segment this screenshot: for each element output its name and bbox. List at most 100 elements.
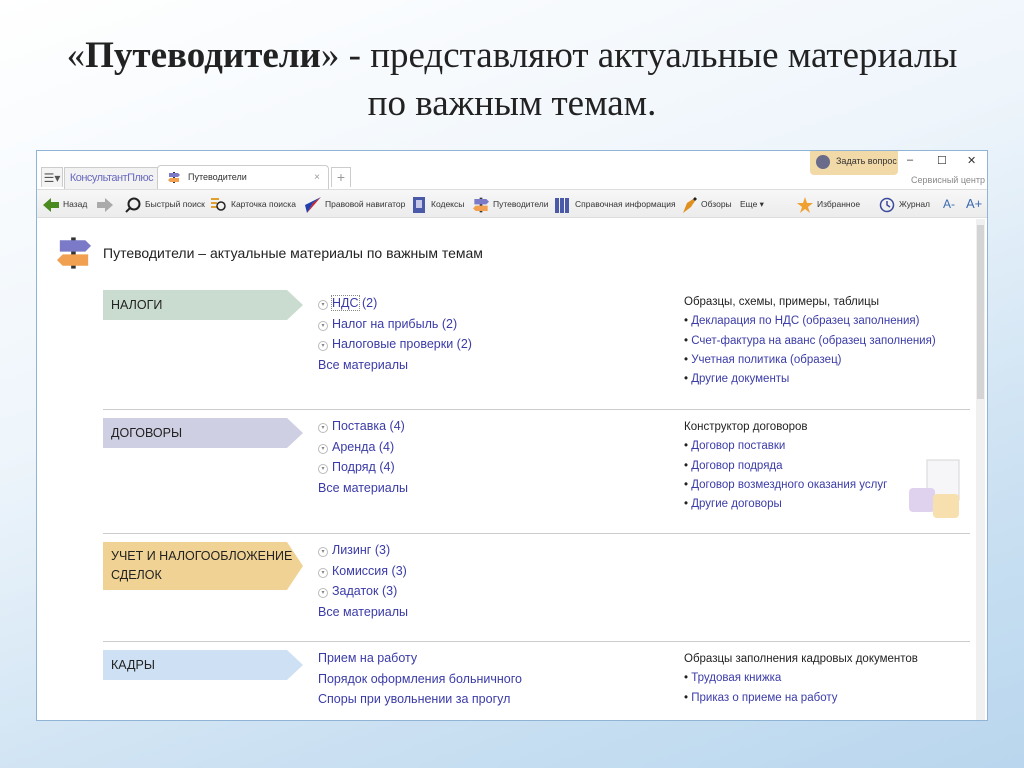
expand-icon[interactable]: ▾ (318, 320, 328, 331)
tab-guides[interactable]: Путеводители × (157, 165, 329, 189)
topic-link[interactable]: ▾ Аренда (4) (318, 437, 408, 458)
topic-link-label: Налоговые проверки (332, 337, 454, 352)
topic-link-label: НДС (331, 295, 360, 311)
search-card-button[interactable]: Карточка поиска (211, 194, 296, 214)
topic-links: ▾ Поставка (4) ▾ Аренда (4) ▾ Подряд (4) Все м… (318, 416, 408, 499)
expand-icon[interactable]: ▾ (318, 547, 328, 557)
tab-label: Путеводители (188, 172, 247, 182)
topic-link[interactable]: ▾ Поставка (4) (318, 416, 408, 437)
vertical-scrollbar[interactable] (976, 219, 985, 720)
codex-book-icon (413, 196, 425, 213)
journal-button[interactable]: Журнал (879, 194, 930, 214)
category-label[interactable]: ДОГОВОРЫ (103, 418, 303, 448)
samples-block: Образцы, схемы, примеры, таблицы Декларац… (684, 293, 936, 389)
codes-button[interactable]: Кодексы (411, 194, 464, 214)
topic-link[interactable]: ▾ Подряд (4) (318, 457, 408, 478)
samples-block: Конструктор договоровДоговор поставкиДог… (684, 418, 887, 514)
forward-button[interactable] (97, 194, 117, 214)
topic-link[interactable]: Все материалы (318, 355, 472, 376)
title-rest: » - представляют актуальные материалы (320, 35, 958, 76)
sample-link[interactable]: Договор возмездного оказания услуг (684, 476, 887, 495)
reference-button[interactable]: Справочная информация (555, 194, 676, 214)
expand-icon[interactable]: ▾ (318, 423, 328, 433)
topic-count: (4) (378, 439, 395, 454)
font-decrease-button[interactable]: A- (943, 194, 955, 214)
minimize-button[interactable]: – (907, 154, 913, 166)
reviews-label: Обзоры (701, 199, 732, 209)
tab-close-icon[interactable]: × (314, 166, 320, 189)
ask-label: Задать вопрос (836, 156, 897, 166)
topic-links: ▾ НДС (2) ▾ Налог на прибыль (2) ▾ Налоговые … (318, 293, 472, 376)
sample-link[interactable]: Другие документы (684, 370, 936, 389)
topic-link[interactable]: ▾ Комиссия (3) (318, 561, 408, 582)
topic-count: (3) (374, 543, 391, 557)
topic-link[interactable]: ▾ Налоговые проверки (2) (318, 334, 472, 355)
topic-link[interactable]: ▾ Налог на прибыль (2) (318, 314, 472, 335)
new-tab-button[interactable]: + (331, 167, 351, 187)
signpost-icon (168, 172, 180, 183)
topic-link[interactable]: Прием на работу (318, 648, 522, 669)
topic-link-label: Аренда (332, 439, 376, 454)
sample-link[interactable]: Декларация по НДС (образец заполнения) (684, 312, 936, 331)
expand-icon[interactable]: ▾ (318, 300, 328, 310)
category-label[interactable]: УЧЕТ И НАЛОГООБЛОЖЕНИЕ СДЕЛОК (103, 542, 303, 590)
legal-navigator-label: Правовой навигатор (325, 199, 406, 209)
guide-section: КАДРЫ Прием на работу Порядок оформления б… (103, 641, 970, 720)
topic-link[interactable]: Споры при увольнении за прогул (318, 689, 522, 710)
legal-navigator-button[interactable]: Правовой навигатор (305, 194, 405, 214)
sample-link[interactable]: Трудовая книжка (684, 669, 918, 688)
sample-link[interactable]: Приказ о приеме на работу (684, 689, 918, 708)
more-dropdown[interactable]: Еще ▾ (740, 194, 764, 214)
guide-section: УЧЕТ И НАЛОГООБЛОЖЕНИЕ СДЕЛОК ▾ Лизинг (3)… (103, 533, 970, 641)
font-increase-button[interactable]: A+ (966, 194, 982, 214)
expand-icon[interactable]: ▾ (318, 341, 328, 352)
sample-link[interactable]: Договор подряда (684, 457, 887, 476)
favorites-button[interactable]: Избранное (797, 194, 860, 214)
expand-icon[interactable]: ▾ (318, 567, 328, 578)
sample-link[interactable]: Договор поставки (684, 437, 887, 456)
sample-link[interactable]: Счет-фактура на аванс (образец заполнени… (684, 332, 935, 351)
topic-links: Прием на работу Порядок оформления больни… (318, 648, 522, 710)
expand-icon[interactable]: ▾ (318, 443, 328, 454)
history-clock-icon (879, 197, 895, 212)
reviews-button[interactable]: Обзоры (681, 194, 732, 214)
signpost-icon (57, 237, 91, 269)
topic-link[interactable]: ▾ Задаток (3) (318, 581, 408, 602)
expand-icon[interactable]: ▾ (318, 464, 328, 475)
maximize-button[interactable]: ☐ (937, 154, 947, 167)
search-card-icon (211, 197, 226, 211)
topic-link[interactable]: ▾ Лизинг (3) (318, 540, 408, 561)
topic-link[interactable]: ▾ НДС (2) (318, 293, 472, 314)
magnifier-icon (125, 197, 141, 213)
topic-link[interactable]: Порядок оформления больничного (318, 669, 522, 690)
category-label[interactable]: НАЛОГИ (103, 290, 303, 320)
topic-link-label: Все материалы (318, 358, 408, 373)
back-button[interactable]: Назад (43, 194, 87, 214)
ask-question-button[interactable]: Задать вопрос (810, 151, 898, 175)
scrollbar-thumb[interactable] (977, 225, 984, 399)
journal-label: Журнал (899, 199, 931, 209)
service-center-link[interactable]: Сервисный центр (911, 175, 985, 185)
menu-button[interactable]: ☰▾ (41, 167, 63, 187)
pen-icon (683, 196, 697, 213)
tab-bar: ☰▾ КонсультантПлюс Путеводители × + Зада… (37, 151, 987, 189)
reference-label: Справочная информация (575, 199, 676, 209)
sample-link[interactable]: Учетная политика (образец) (684, 351, 936, 370)
sample-link[interactable]: Другие договоры (684, 495, 887, 514)
topic-link[interactable]: Все материалы (318, 602, 408, 623)
guides-button[interactable]: Путеводители (473, 194, 549, 214)
logo-tab[interactable]: КонсультантПлюс (64, 167, 159, 189)
chevron-down-icon: ▾ (759, 199, 764, 209)
topic-link-label: Все материалы (318, 605, 408, 620)
topic-link-label: Споры при увольнении за прогул (318, 692, 511, 707)
title-bold: Путеводители (85, 35, 321, 76)
more-label: Еще (740, 199, 758, 209)
expand-icon[interactable]: ▾ (318, 588, 328, 599)
topic-link-label: Порядок оформления больничного (318, 671, 522, 686)
category-label[interactable]: КАДРЫ (103, 650, 303, 680)
topic-link-label: Подряд (332, 460, 376, 475)
topic-link-label: Поставка (332, 419, 387, 433)
close-button[interactable]: ✕ (967, 154, 976, 167)
quick-search-button[interactable]: Быстрый поиск (125, 194, 205, 214)
topic-link[interactable]: Все материалы (318, 478, 408, 499)
